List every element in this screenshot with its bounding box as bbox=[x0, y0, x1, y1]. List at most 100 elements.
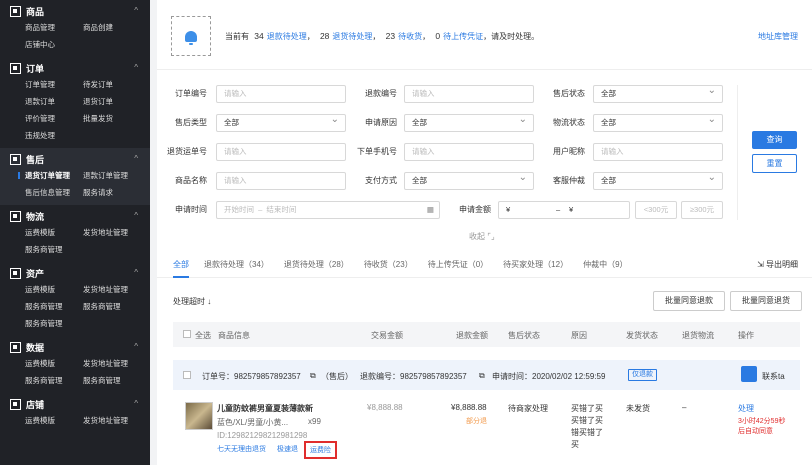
batch-agree-refund-button[interactable]: 批量同意退款 bbox=[653, 291, 725, 311]
sidebar-item[interactable]: 运费模版 bbox=[25, 355, 83, 372]
export-button[interactable]: ⇲ 导出明细 bbox=[757, 259, 798, 270]
link-return-pending[interactable]: 退货待处理 bbox=[332, 32, 372, 41]
sidebar-item[interactable]: 退款订单 bbox=[25, 93, 83, 110]
refund-only-tag: 仅退款 bbox=[628, 369, 657, 381]
label-refund-no: 退款编号 bbox=[365, 89, 397, 98]
reset-button[interactable]: 重置 bbox=[752, 154, 797, 173]
after-status-select[interactable]: 全部 bbox=[593, 85, 723, 103]
refund-no-input[interactable]: 请输入 bbox=[404, 85, 534, 103]
select-all-checkbox[interactable] bbox=[183, 330, 191, 338]
sidebar-item[interactable]: 违规处理 bbox=[25, 127, 83, 144]
sidebar-item[interactable]: 发货地址管理 bbox=[83, 281, 150, 298]
address-library-link[interactable]: 地址库管理 bbox=[758, 31, 798, 42]
copy-icon[interactable]: ⧉ bbox=[479, 371, 485, 381]
sidebar-item[interactable]: 售后信息管理 bbox=[25, 184, 83, 201]
amount-lt-300[interactable]: <300元 bbox=[635, 201, 677, 219]
status-tab[interactable]: 待上传凭证（0） bbox=[428, 259, 488, 273]
chevron-up-icon[interactable]: ^ bbox=[134, 6, 138, 15]
chat-icon[interactable] bbox=[741, 366, 757, 382]
status-tab[interactable]: 全部 bbox=[173, 259, 189, 273]
sidebar-item[interactable]: 服务商管理 bbox=[83, 298, 150, 315]
status-tab[interactable]: 退款待处理（34） bbox=[204, 259, 269, 273]
th-operation: 操作 bbox=[738, 331, 754, 340]
sidebar-item[interactable]: 订单管理 bbox=[25, 76, 83, 93]
reason-line: 错买错了 bbox=[571, 428, 603, 437]
section-label: 资产 bbox=[26, 268, 45, 279]
order-header: 订单号：982579857892357 ⧉ （售后） 退款编号：98257985… bbox=[173, 360, 800, 390]
sidebar-item[interactable]: 服务请求 bbox=[83, 184, 150, 201]
sidebar-section-title[interactable]: 数据 ^ bbox=[0, 339, 150, 355]
status-tab[interactable]: 待买家处理（12） bbox=[503, 259, 568, 273]
sidebar-item[interactable]: 退款订单管理 bbox=[83, 167, 150, 184]
sidebar-item[interactable]: 运费模版 bbox=[25, 224, 83, 241]
th-select-all: 全选 bbox=[195, 331, 211, 340]
sidebar-item[interactable]: 退货订单管理 bbox=[18, 167, 83, 184]
amount-gte-300[interactable]: ≥300元 bbox=[681, 201, 723, 219]
return-waybill-input[interactable]: 请输入 bbox=[216, 143, 346, 161]
order-checkbox[interactable] bbox=[183, 371, 191, 379]
aftersale-tag: （售后） bbox=[321, 372, 353, 381]
collapse-toggle[interactable]: 收起 ⌜⌟ bbox=[469, 231, 495, 242]
sidebar-item[interactable]: 退货订单 bbox=[83, 93, 150, 110]
sidebar-section-title[interactable]: 店铺 ^ bbox=[0, 396, 150, 412]
logistics-status-select[interactable]: 全部 bbox=[593, 114, 723, 132]
process-link[interactable]: 处理 bbox=[738, 403, 754, 414]
copy-icon[interactable]: ⧉ bbox=[310, 371, 316, 381]
sidebar-item[interactable]: 服务商管理 bbox=[83, 372, 150, 389]
sidebar-item[interactable]: 服务商管理 bbox=[25, 372, 83, 389]
nickname-input[interactable]: 请输入 bbox=[593, 143, 723, 161]
query-button[interactable]: 查询 bbox=[752, 131, 797, 149]
sidebar-item[interactable]: 商品管理 bbox=[25, 19, 83, 36]
th-trade-amount: 交易金额 bbox=[371, 331, 403, 340]
sidebar-item[interactable]: 商品创建 bbox=[83, 19, 150, 36]
sidebar-section-title[interactable]: 物流 ^ bbox=[0, 208, 150, 224]
label-apply-time: 申请时间 bbox=[175, 205, 207, 214]
phone-input[interactable]: 请输入 bbox=[404, 143, 534, 161]
link-awaiting-receipt[interactable]: 待收货 bbox=[398, 32, 422, 41]
sidebar-item[interactable]: 服务商管理 bbox=[25, 241, 83, 258]
sidebar-item[interactable]: 服务商管理 bbox=[25, 298, 83, 315]
sidebar-section-title[interactable]: 商品 ^ bbox=[0, 3, 150, 19]
date-range-input[interactable]: 开始时间 – 结束时间 ▦ bbox=[216, 201, 440, 219]
contact-buyer-link[interactable]: 联系ta bbox=[762, 371, 785, 382]
chevron-up-icon[interactable]: ^ bbox=[134, 399, 138, 408]
sidebar-item[interactable]: 服务商管理 bbox=[25, 315, 83, 332]
status-tab[interactable]: 待收货（23） bbox=[364, 259, 413, 273]
sidebar-section-title[interactable]: 订单 ^ bbox=[0, 60, 150, 76]
status-tab[interactable]: 仲裁中（9） bbox=[583, 259, 627, 273]
sidebar-section-title[interactable]: 资产 ^ bbox=[0, 265, 150, 281]
chevron-up-icon[interactable]: ^ bbox=[134, 342, 138, 351]
sidebar-item[interactable]: 运费模版 bbox=[25, 412, 83, 429]
sidebar-item[interactable]: 评价管理 bbox=[25, 110, 83, 127]
sidebar-item[interactable]: 批量发货 bbox=[83, 110, 150, 127]
product-thumbnail[interactable] bbox=[185, 402, 213, 430]
chevron-up-icon[interactable]: ^ bbox=[134, 63, 138, 72]
apply-reason-select[interactable]: 全部 bbox=[404, 114, 534, 132]
label-phone: 下单手机号 bbox=[357, 147, 397, 156]
sidebar-item[interactable]: 待发订单 bbox=[83, 76, 150, 93]
batch-agree-return-button[interactable]: 批量同意退货 bbox=[730, 291, 802, 311]
sidebar-item[interactable]: 发货地址管理 bbox=[83, 412, 150, 429]
sidebar-item[interactable]: 发货地址管理 bbox=[83, 355, 150, 372]
sidebar-section-title[interactable]: 售后 ^ bbox=[0, 151, 150, 167]
label-after-status: 售后状态 bbox=[553, 89, 585, 98]
chevron-up-icon[interactable]: ^ bbox=[134, 211, 138, 220]
after-type-select[interactable]: 全部 bbox=[216, 114, 346, 132]
product-title[interactable]: 儿童防蚊裤男童夏装薄款新 bbox=[217, 403, 313, 414]
link-upload-voucher[interactable]: 待上传凭证 bbox=[443, 32, 483, 41]
sidebar-item[interactable]: 店铺中心 bbox=[25, 36, 83, 53]
sort-timeout[interactable]: 处理超时 ↓ bbox=[173, 296, 211, 307]
pay-method-select[interactable]: 全部 bbox=[404, 172, 534, 190]
status-tab[interactable]: 退货待处理（28） bbox=[284, 259, 349, 273]
chevron-up-icon[interactable]: ^ bbox=[134, 268, 138, 277]
chevron-up-icon[interactable]: ^ bbox=[134, 154, 138, 163]
section-icon bbox=[10, 267, 21, 279]
ship-status: 未发货 bbox=[626, 404, 650, 413]
arbitration-select[interactable]: 全部 bbox=[593, 172, 723, 190]
sidebar-item[interactable]: 运费模版 bbox=[25, 281, 83, 298]
order-no-input[interactable]: 请输入 bbox=[216, 85, 346, 103]
product-name-input[interactable]: 请输入 bbox=[216, 172, 346, 190]
link-refund-pending[interactable]: 退款待处理 bbox=[267, 32, 307, 41]
sidebar-item[interactable]: 发货地址管理 bbox=[83, 224, 150, 241]
amount-range-input[interactable]: ¥ – ¥ bbox=[498, 201, 630, 219]
